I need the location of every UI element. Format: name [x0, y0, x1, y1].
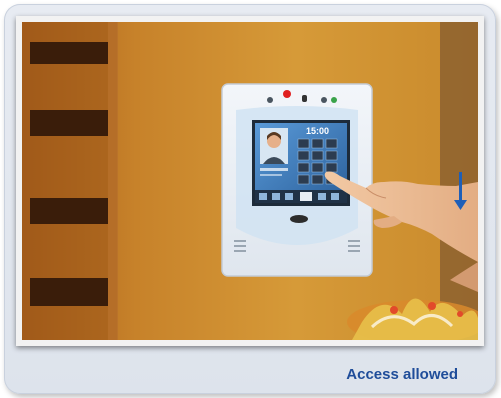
photo-scene: 15:00	[22, 22, 478, 340]
photo-frame: 15:00	[16, 16, 484, 346]
image-card: 15:00 Access allowed	[4, 4, 496, 394]
terminal-time: 15:00	[306, 126, 329, 136]
caption: Access allowed	[346, 366, 458, 383]
wood-paneling	[22, 22, 118, 340]
card-reader	[290, 215, 308, 223]
camera-lens	[302, 95, 307, 102]
access-terminal: 15:00	[221, 83, 373, 277]
sensor-dot	[267, 97, 273, 103]
status-led	[283, 90, 291, 98]
photo: 15:00	[22, 22, 478, 340]
